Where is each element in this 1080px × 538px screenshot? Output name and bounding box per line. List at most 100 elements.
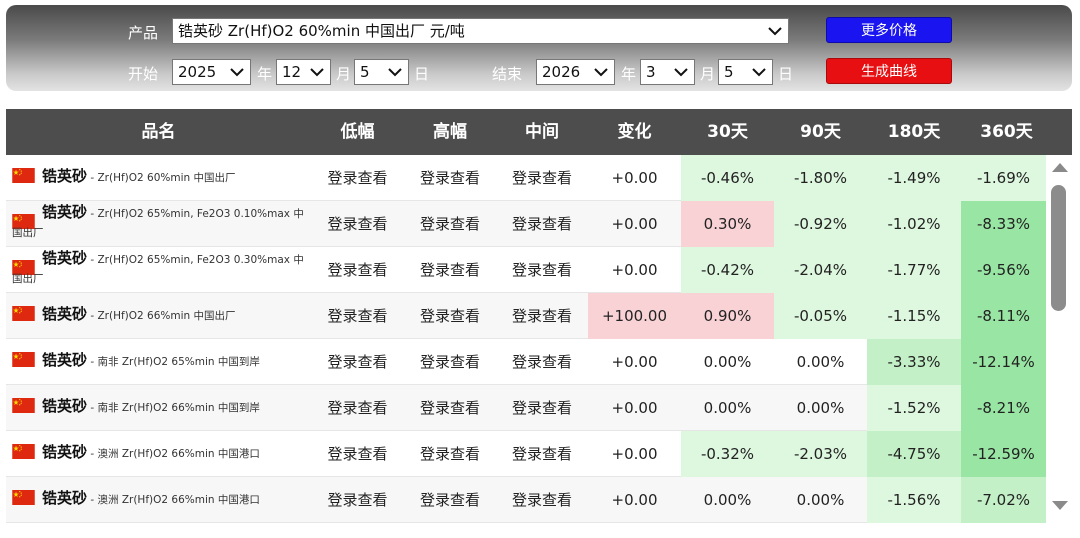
product-name-cell[interactable]: 锆英砂 - Zr(Hf)O2 60%min 中国出厂 [6,155,311,201]
login-to-view-high[interactable]: 登录查看 [404,477,496,523]
table-row[interactable]: 锆英砂 - 南非 Zr(Hf)O2 66%min 中国到岸 登录查看 登录查看 登录查… [6,385,1046,431]
change-cell: +100.00 [588,293,681,339]
login-to-view-low[interactable]: 登录查看 [311,201,404,247]
login-to-view-low[interactable]: 登录查看 [311,431,404,477]
login-to-view-low[interactable]: 登录查看 [311,293,404,339]
china-flag-icon [12,398,35,413]
start-month-select[interactable]: 12 [276,59,331,85]
filter-panel: 产品 锆英砂 Zr(Hf)O2 60%min 中国出厂 元/吨 更多价格 开始 … [6,5,1072,91]
product-spec-wrap: 国出厂 [12,273,44,285]
login-to-view-low[interactable]: 登录查看 [311,247,404,293]
login-to-view-high[interactable]: 登录查看 [404,293,496,339]
header-30d[interactable]: 30天 [681,109,774,155]
login-to-view-mid[interactable]: 登录查看 [496,155,588,201]
table-row[interactable]: 锆英砂 - Zr(Hf)O2 66%min 中国出厂 登录查看 登录查看 登录查看 +1… [6,293,1046,339]
header-360d[interactable]: 360天 [961,109,1052,155]
product-spec: 南非 Zr(Hf)O2 66%min 中国到岸 [97,402,260,414]
login-to-view-high[interactable]: 登录查看 [404,247,496,293]
login-to-view-mid[interactable]: 登录查看 [496,247,588,293]
product-name: 锆英砂 [42,489,88,507]
login-to-view-high[interactable]: 登录查看 [404,385,496,431]
d90-cell: -0.05% [774,293,867,339]
login-to-view-mid[interactable]: 登录查看 [496,201,588,247]
china-flag-icon [12,444,35,459]
d360-cell: -8.11% [961,293,1046,339]
china-flag-icon [12,352,35,367]
table-row[interactable]: 锆英砂 - 澳洲 Zr(Hf)O2 66%min 中国港口 登录查看 登录查看 登录查… [6,477,1046,523]
header-change[interactable]: 变化 [588,109,681,155]
product-name-cell[interactable]: 锆英砂 - 南非 Zr(Hf)O2 65%min 中国到岸 [6,339,311,385]
header-name[interactable]: 品名 [6,109,311,155]
table-body: 锆英砂 - Zr(Hf)O2 60%min 中国出厂 登录查看 登录查看 登录查看 +0… [6,155,1046,529]
table-row[interactable]: 锆英砂 - Zr(Hf)O2 60%min 中国出厂 登录查看 登录查看 登录查看 +0… [6,155,1046,201]
login-to-view-high[interactable]: 登录查看 [404,431,496,477]
end-day-select[interactable]: 5 [718,59,773,85]
chevron-down-icon [768,27,782,36]
table-row[interactable]: 锆英砂 - Zr(Hf)O2 65%min, Fe2O3 0.30%max 中国… [6,247,1046,293]
change-cell: +0.00 [611,399,658,417]
product-name: 锆英砂 [42,203,88,221]
d180-cell: -3.33% [867,339,961,385]
table-row[interactable]: 锆英砂 - Zr(Hf)O2 65%min, Fe2O3 0.10%max 中国… [6,201,1046,247]
d180-cell: -1.15% [867,293,961,339]
scroll-down-arrow-icon[interactable] [1052,501,1068,510]
header-180d[interactable]: 180天 [867,109,961,155]
header-low[interactable]: 低幅 [311,109,404,155]
product-name-cell[interactable]: 锆英砂 - 澳洲 Zr(Hf)O2 66%min 中国港口 [6,431,311,477]
d90-cell: -1.80% [774,155,867,201]
login-to-view-high[interactable]: 登录查看 [404,339,496,385]
table-row[interactable]: 锆英砂 - 南非 Zr(Hf)O2 65%min 中国到岸 登录查看 登录查看 登录查… [6,339,1046,385]
d30-cell: 0.00% [703,399,752,417]
login-to-view-mid[interactable]: 登录查看 [496,477,588,523]
login-to-view-low[interactable]: 登录查看 [311,477,404,523]
login-to-view-high[interactable]: 登录查看 [404,155,496,201]
product-name-cell[interactable]: 锆英砂 - Zr(Hf)O2 65%min, Fe2O3 0.30%max 中国… [6,247,311,293]
d90-cell: -0.92% [774,201,867,247]
product-name-cell[interactable]: 锆英砂 - 澳洲 Zr(Hf)O2 66%min 中国港口 [6,477,311,523]
d180-cell: -1.02% [867,201,961,247]
header-mid[interactable]: 中间 [496,109,588,155]
d180-cell: -1.77% [867,247,961,293]
login-to-view-low[interactable]: 登录查看 [311,155,404,201]
login-to-view-mid[interactable]: 登录查看 [496,293,588,339]
login-to-view-low[interactable]: 登录查看 [311,385,404,431]
login-to-view-mid[interactable]: 登录查看 [496,339,588,385]
start-month-value: 12 [282,63,302,81]
product-spec: 南非 Zr(Hf)O2 65%min 中国到岸 [97,356,260,368]
login-to-view-mid[interactable]: 登录查看 [496,385,588,431]
more-prices-button[interactable]: 更多价格 [826,17,952,43]
start-day-select[interactable]: 5 [354,59,409,85]
end-month-select[interactable]: 3 [640,59,695,85]
end-day-unit: 日 [778,65,794,83]
product-name-cell[interactable]: 锆英砂 - Zr(Hf)O2 66%min 中国出厂 [6,293,311,339]
end-year-select[interactable]: 2026 [536,59,615,85]
table-scrollbar[interactable] [1046,155,1072,519]
d360-cell: -12.59% [961,431,1046,477]
d180-cell: -1.49% [867,155,961,201]
product-name-cell[interactable]: 锆英砂 - Zr(Hf)O2 65%min, Fe2O3 0.10%max 中国… [6,201,311,247]
change-cell: +0.00 [611,353,658,371]
login-to-view-high[interactable]: 登录查看 [404,201,496,247]
china-flag-icon [12,306,35,321]
product-name-cell[interactable]: 锆英砂 - 南非 Zr(Hf)O2 66%min 中国到岸 [6,385,311,431]
scroll-up-arrow-icon[interactable] [1052,163,1068,172]
header-90d[interactable]: 90天 [774,109,867,155]
d90-cell: -2.03% [774,431,867,477]
scrollbar-thumb[interactable] [1051,185,1066,311]
product-spec: Zr(Hf)O2 65%min, Fe2O3 0.30%max 中 [97,254,304,266]
d90-cell: -2.04% [774,247,867,293]
product-select[interactable]: 锆英砂 Zr(Hf)O2 60%min 中国出厂 元/吨 [172,18,789,44]
chevron-down-icon [310,68,324,77]
start-label: 开始 [128,65,159,83]
generate-chart-button[interactable]: 生成曲线 [826,58,952,84]
d360-cell: -8.21% [961,385,1046,431]
start-year-select[interactable]: 2025 [172,59,251,85]
login-to-view-low[interactable]: 登录查看 [311,339,404,385]
chevron-down-icon [752,68,766,77]
product-spec: Zr(Hf)O2 65%min, Fe2O3 0.10%max 中 [97,208,304,220]
login-to-view-mid[interactable]: 登录查看 [496,431,588,477]
d30-cell: 0.30% [681,201,774,247]
header-high[interactable]: 高幅 [404,109,496,155]
table-row[interactable]: 锆英砂 - 澳洲 Zr(Hf)O2 66%min 中国港口 登录查看 登录查看 登录查… [6,431,1046,477]
d30-cell: -0.46% [681,155,774,201]
